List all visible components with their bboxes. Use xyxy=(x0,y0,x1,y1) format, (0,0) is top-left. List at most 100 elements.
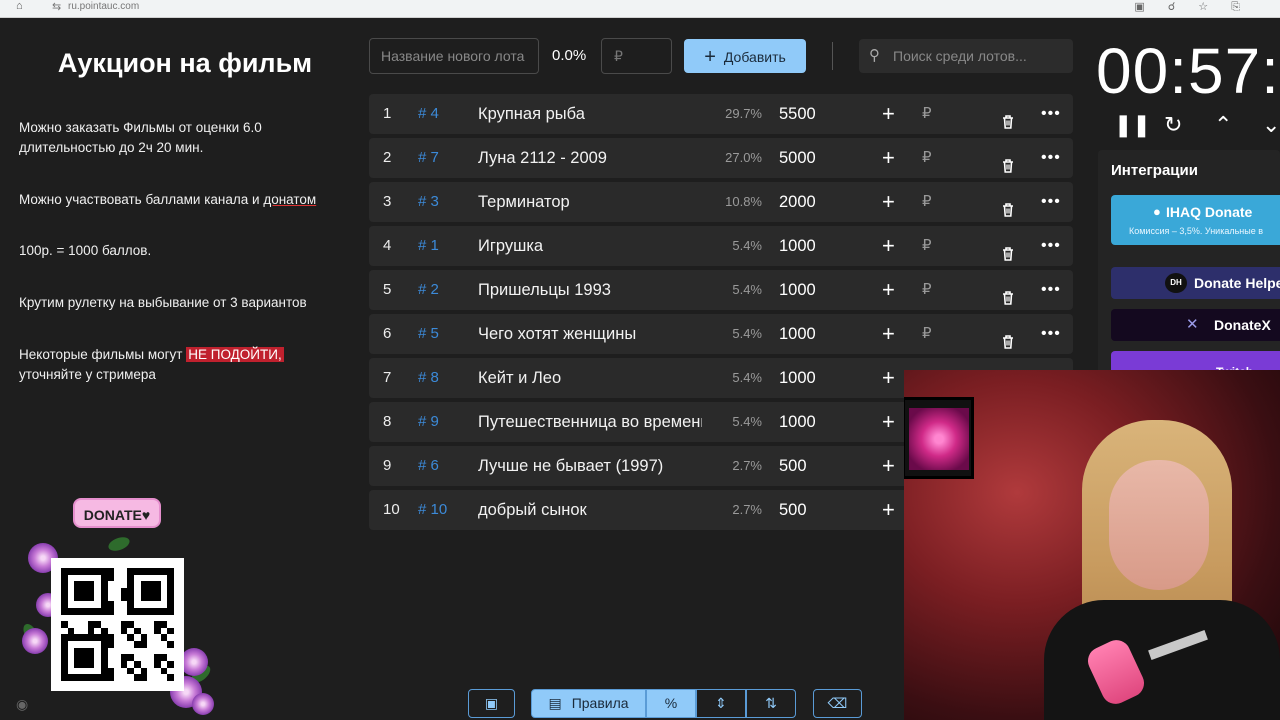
new-lot-input[interactable]: Название нового лота xyxy=(369,38,539,74)
reset-button[interactable]: ↻ xyxy=(1164,112,1182,138)
rule-2: Можно участвовать баллами канала и донат… xyxy=(19,190,339,210)
add-amount-icon[interactable]: + xyxy=(882,226,895,266)
rub-input[interactable]: ₽ xyxy=(922,270,932,310)
rub-input[interactable]: ₽ xyxy=(922,182,932,222)
url-bar[interactable]: ru.pointauc.com xyxy=(68,1,139,12)
browser-bar: ⌂ ⇆ ru.pointauc.com ▣ ☌ ☆ ⎘ xyxy=(0,0,1280,18)
lot-percent: 29.7% xyxy=(725,106,762,121)
search-input[interactable]: ⚲ Поиск среди лотов... xyxy=(859,39,1073,73)
donatex-button[interactable]: ✕ DonateX xyxy=(1111,309,1280,341)
lot-id: # 5 xyxy=(418,325,439,342)
lot-percent: 5.4% xyxy=(732,238,762,253)
browser-tools-icon[interactable]: ▣ ☌ ☆ ⎘ xyxy=(1134,0,1250,14)
timer-down-button[interactable]: ⌄ xyxy=(1262,112,1280,138)
lot-name[interactable]: Терминатор xyxy=(478,182,702,222)
trash-icon[interactable] xyxy=(1000,150,1016,173)
lot-percent: 5.4% xyxy=(732,370,762,385)
ihaq-donate-button[interactable]: ● IHAQ Donate Комиссия – 3,5%. Уникальны… xyxy=(1111,195,1280,245)
trash-icon[interactable] xyxy=(1000,194,1016,217)
rule-2-text: Можно участвовать баллами канала и xyxy=(19,192,264,207)
trash-icon[interactable] xyxy=(1000,106,1016,129)
search-icon: ⚲ xyxy=(869,47,880,64)
lot-percent: 5.4% xyxy=(732,414,762,429)
lot-name[interactable]: Луна 2112 - 2009 xyxy=(478,138,702,178)
lot-row[interactable]: 4 # 1 Игрушка 5.4% 1000 + ₽ ••• xyxy=(369,226,1073,266)
save-button[interactable]: ▣ xyxy=(468,689,515,718)
streamer-body xyxy=(1044,600,1280,720)
rule-5: Некоторые фильмы могут НЕ ПОДОЙТИ, уточн… xyxy=(19,345,339,385)
streamer-face xyxy=(1109,460,1209,590)
timer-up-button[interactable]: ⌃ xyxy=(1214,112,1232,138)
percent-toggle-button[interactable]: % xyxy=(646,689,696,718)
lot-amount: 1000 xyxy=(779,369,816,387)
lot-row[interactable]: 1 # 4 Крупная рыба 29.7% 5500 + ₽ ••• xyxy=(369,94,1073,134)
add-amount-icon[interactable]: + xyxy=(882,270,895,310)
add-amount-icon[interactable]: + xyxy=(882,402,895,442)
lot-index: 5 xyxy=(383,281,392,298)
add-amount-icon[interactable]: + xyxy=(882,490,895,530)
add-button[interactable]: + Добавить xyxy=(684,39,806,73)
eye-icon[interactable]: ◉ xyxy=(16,696,28,713)
more-icon[interactable]: ••• xyxy=(1041,226,1061,266)
more-icon[interactable]: ••• xyxy=(1041,314,1061,354)
rub-input[interactable]: ₽ xyxy=(922,138,932,178)
search-placeholder: Поиск среди лотов... xyxy=(893,48,1027,64)
rules-panel: Аукцион на фильм Можно заказать Фильмы о… xyxy=(0,18,355,720)
add-amount-icon[interactable]: + xyxy=(882,314,895,354)
compress-button[interactable]: ⇕ xyxy=(696,689,746,718)
lot-amount: 1000 xyxy=(779,237,816,255)
trash-icon[interactable] xyxy=(1000,238,1016,261)
rule-5-text: Некоторые фильмы могут xyxy=(19,347,187,362)
site-info-icon[interactable]: ⇆ xyxy=(52,0,61,13)
more-icon[interactable]: ••• xyxy=(1041,270,1061,310)
save-icon: ▣ xyxy=(484,695,499,711)
lot-name[interactable]: Кейт и Лео xyxy=(478,358,702,398)
add-amount-icon[interactable]: + xyxy=(882,138,895,178)
rule-2-link: донатом xyxy=(263,192,317,207)
sort-button[interactable]: ⇅ xyxy=(746,689,796,718)
lot-name[interactable]: Лучше не бывает (1997) xyxy=(478,446,702,486)
clear-all-button[interactable]: ⌫ xyxy=(813,689,862,718)
lot-row[interactable]: 6 # 5 Чего хотят женщины 5.4% 1000 + ₽ ••• xyxy=(369,314,1073,354)
lot-row[interactable]: 2 # 7 Луна 2112 - 2009 27.0% 5000 + ₽ ••• xyxy=(369,138,1073,178)
add-amount-icon[interactable]: + xyxy=(882,182,895,222)
donate-helper-logo-icon: DH xyxy=(1165,273,1187,293)
add-amount-icon[interactable]: + xyxy=(882,94,895,134)
rub-input[interactable]: ₽ xyxy=(922,226,932,266)
add-amount-icon[interactable]: + xyxy=(882,446,895,486)
home-icon[interactable]: ⌂ xyxy=(16,0,23,12)
lot-name[interactable]: добрый сынок xyxy=(478,490,702,530)
lot-row[interactable]: 5 # 2 Пришельцы 1993 5.4% 1000 + ₽ ••• xyxy=(369,270,1073,310)
rules-button[interactable]: ▤ Правила xyxy=(531,689,646,718)
trash-icon[interactable] xyxy=(1000,326,1016,349)
lot-amount: 5500 xyxy=(779,105,816,123)
more-icon[interactable]: ••• xyxy=(1041,138,1061,178)
lot-index: 8 xyxy=(383,413,392,430)
lot-name[interactable]: Чего хотят женщины xyxy=(478,314,702,354)
pause-button[interactable]: ❚❚ xyxy=(1114,112,1151,138)
more-icon[interactable]: ••• xyxy=(1041,94,1061,134)
rule-5-warning: НЕ ПОДОЙТИ, xyxy=(186,347,284,362)
plus-icon: + xyxy=(704,46,716,68)
lot-amount: 2000 xyxy=(779,193,816,211)
chevron-down-icon: ⌄ xyxy=(1262,112,1280,137)
more-icon[interactable]: ••• xyxy=(1041,182,1061,222)
rule-5-tail: уточняйте у стримера xyxy=(19,367,156,382)
trash-icon[interactable] xyxy=(1000,282,1016,305)
donate-helper-button[interactable]: DH Donate Helper xyxy=(1111,267,1280,299)
clear-all-icon: ⌫ xyxy=(827,695,848,711)
lot-amount: 500 xyxy=(779,501,807,519)
lot-name[interactable]: Пришельцы 1993 xyxy=(478,270,702,310)
lot-name[interactable]: Крупная рыба xyxy=(478,94,702,134)
lot-name[interactable]: Путешественница во времени xyxy=(478,402,702,442)
rub-input[interactable]: ₽ xyxy=(922,94,932,134)
lot-name[interactable]: Игрушка xyxy=(478,226,702,266)
webcam-overlay xyxy=(904,370,1280,720)
lot-index: 7 xyxy=(383,369,392,386)
donatex-label: DonateX xyxy=(1214,317,1271,333)
rub-input[interactable]: ₽ xyxy=(922,314,932,354)
lot-id: # 10 xyxy=(418,501,448,518)
add-amount-icon[interactable]: + xyxy=(882,358,895,398)
lot-row[interactable]: 3 # 3 Терминатор 10.8% 2000 + ₽ ••• xyxy=(369,182,1073,222)
amount-input[interactable]: ₽ xyxy=(601,38,672,74)
